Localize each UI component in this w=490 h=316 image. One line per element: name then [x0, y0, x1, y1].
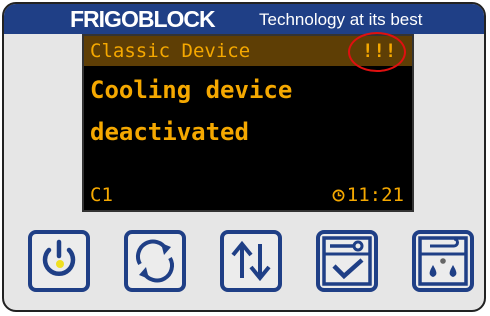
brand-logo: FRIGOBLOCK: [70, 6, 216, 32]
clock-time: 11:21: [346, 184, 404, 206]
up-down-button[interactable]: [220, 230, 282, 292]
clock-icon: [332, 189, 345, 202]
lcd-display: Classic Device !!! Cooling device deacti…: [82, 32, 414, 212]
status-message-line2: deactivated: [90, 118, 249, 146]
brand-slogan: Technology at its best: [259, 10, 423, 29]
display-status-line: Classic Device !!!: [84, 32, 412, 72]
device-name: Classic Device: [90, 40, 251, 62]
up-down-arrows-icon: [231, 240, 271, 282]
control-panel: FRIGOBLOCK Technology at its best Classi…: [2, 2, 486, 312]
settings-confirm-button[interactable]: [316, 230, 378, 292]
power-indicator-led: [56, 260, 64, 268]
alert-highlight-circle: [348, 32, 406, 72]
defrost-icon: [418, 236, 468, 286]
defrost-button[interactable]: [412, 230, 474, 292]
clock-readout: 11:21: [332, 184, 404, 206]
settings-check-icon: [322, 236, 372, 286]
cycle-button[interactable]: [124, 230, 186, 292]
defrost-indicator-led: [440, 258, 446, 264]
brand-bar: FRIGOBLOCK Technology at its best: [4, 4, 484, 34]
cycle-icon: [136, 239, 174, 283]
power-icon: [42, 239, 76, 277]
power-button[interactable]: [28, 230, 90, 292]
channel-label: C1: [90, 184, 113, 206]
status-message-line1: Cooling device: [90, 76, 293, 104]
